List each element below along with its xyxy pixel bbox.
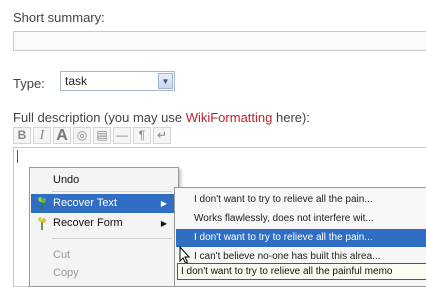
menu-item-label: Recover Form — [53, 217, 123, 229]
italic-icon[interactable]: I — [33, 127, 51, 144]
desc-label-text: Full description (you may use — [13, 110, 186, 125]
plant-icon — [38, 197, 46, 210]
code-block-icon[interactable]: ▤ — [93, 127, 111, 144]
menu-item-undo[interactable]: Undo — [31, 171, 177, 190]
paragraph-icon[interactable]: ¶ — [133, 127, 151, 144]
menu-item-label: Undo — [53, 174, 80, 186]
wikiformatting-link[interactable]: WikiFormatting — [186, 110, 273, 125]
desc-label-text-end: here): — [272, 110, 310, 125]
horizontal-rule-icon[interactable]: — — [113, 127, 131, 144]
menu-item-label: Copy — [53, 267, 79, 279]
menu-item-copy[interactable]: Copy — [31, 264, 177, 283]
menu-separator — [52, 191, 172, 192]
plant-icon — [38, 217, 46, 230]
short-summary-input[interactable] — [13, 31, 426, 51]
menu-item-cut[interactable]: Cut — [31, 246, 177, 265]
tooltip: I don't want to try to relieve all the p… — [177, 263, 426, 280]
mouse-cursor-icon — [179, 246, 191, 264]
submenu-item[interactable]: I don't want to try to relieve all the p… — [176, 191, 426, 209]
submenu-item[interactable]: I don't want to try to relieve all the p… — [176, 229, 426, 247]
line-break-icon[interactable]: ↵ — [153, 127, 171, 144]
menu-item-recover-text[interactable]: Recover Text ▶ — [31, 194, 177, 213]
type-label: Type: — [13, 76, 45, 91]
link-icon[interactable]: ◎ — [73, 127, 91, 144]
short-summary-label: Short summary: — [13, 10, 105, 25]
submenu-item[interactable]: Works flawlessly, does not interfere wit… — [176, 210, 426, 228]
formatting-toolbar: B I A ◎ ▤ — ¶ ↵ — [13, 127, 171, 145]
bold-icon[interactable]: B — [13, 127, 31, 144]
submenu-arrow-icon: ▶ — [160, 219, 167, 228]
menu-item-label: Cut — [53, 249, 71, 261]
text-caret — [17, 150, 18, 163]
submenu-arrow-icon: ▶ — [160, 199, 167, 208]
type-select[interactable]: task ▼ — [60, 71, 175, 91]
menu-item-recover-form[interactable]: Recover Form ▶ — [31, 214, 177, 233]
heading-icon[interactable]: A — [53, 127, 71, 144]
chevron-down-icon[interactable]: ▼ — [158, 73, 173, 89]
full-description-label: Full description (you may use WikiFormat… — [13, 110, 310, 125]
type-selected-value: task — [65, 74, 88, 88]
context-menu: Undo Recover Text ▶ Recover Form ▶ Cut C… — [29, 167, 179, 287]
menu-separator — [52, 238, 172, 239]
menu-item-label: Recover Text — [53, 197, 117, 209]
